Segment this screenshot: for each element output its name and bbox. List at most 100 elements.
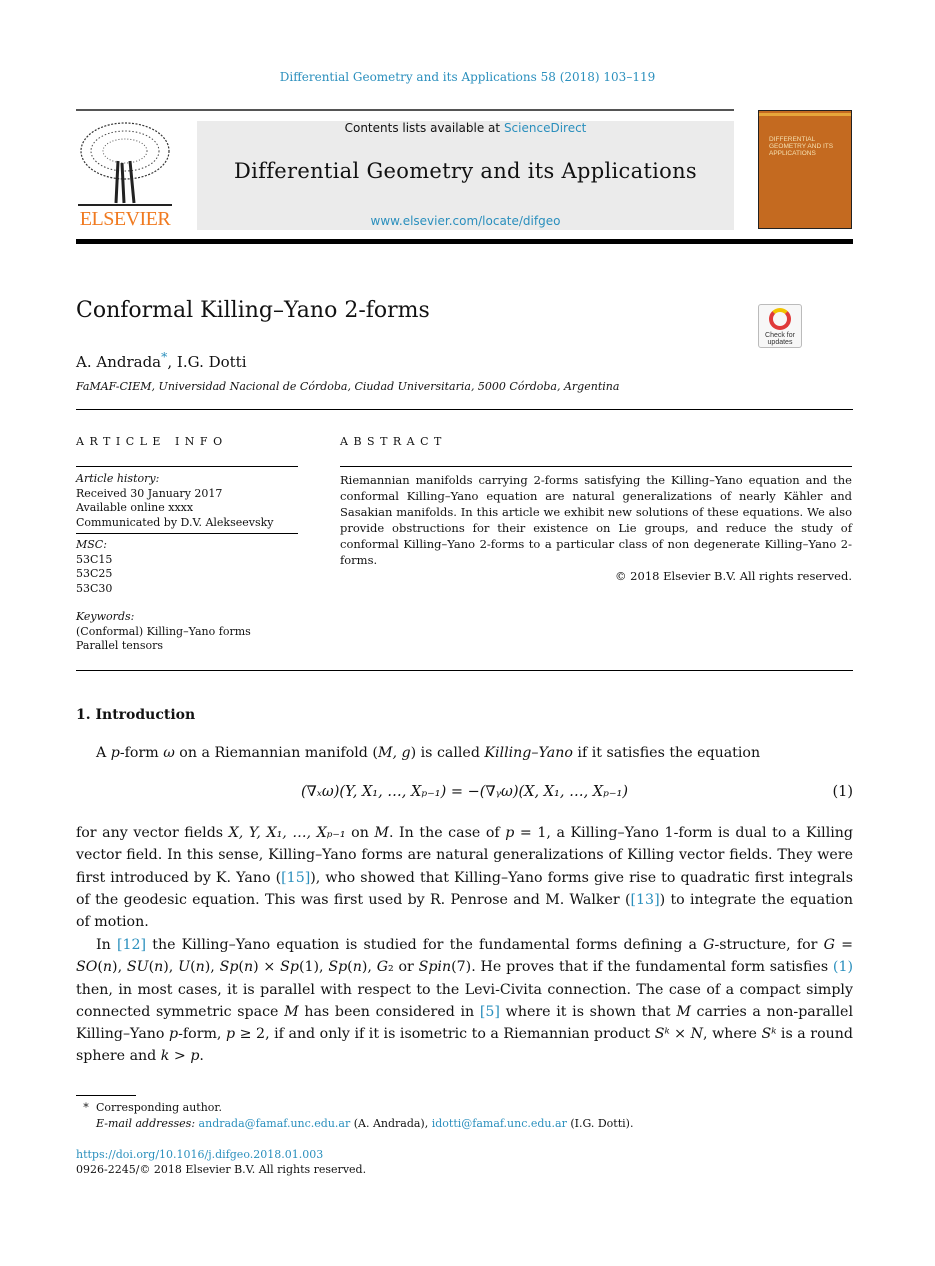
math-symbol: N [690, 1026, 704, 1043]
divider [340, 466, 852, 467]
footnote-mark: * [83, 1101, 89, 1114]
text-run: (1), [298, 959, 329, 976]
sciencedirect-link[interactable]: ScienceDirect [504, 121, 586, 135]
math-symbol: n [102, 959, 113, 976]
text-run: , where [703, 1026, 762, 1043]
issn-copyright: 0926-2245/© 2018 Elsevier B.V. All right… [76, 1163, 367, 1176]
citation-link[interactable]: (1) [833, 959, 853, 975]
doi-block: https://doi.org/10.1016/j.difgeo.2018.01… [76, 1147, 366, 1177]
equation-number: (1) [832, 784, 853, 800]
email-dotti-link[interactable]: idotti@famaf.unc.edu.ar [432, 1117, 567, 1130]
math-symbol: ω [163, 745, 175, 761]
history-label: Article history: [76, 472, 160, 485]
contents-prefix: Contents lists available at [344, 121, 504, 135]
elsevier-logo[interactable]: ELSEVIER [76, 121, 174, 231]
text-run: the Killing–Yano equation is studied for… [146, 937, 704, 953]
text-run: if it satisfies the equation [572, 745, 761, 761]
text-run: -form [119, 745, 164, 761]
text-run: . [199, 1048, 204, 1065]
email-andrada-link[interactable]: andrada@famaf.unc.edu.ar [199, 1117, 351, 1130]
check-for-updates-button[interactable]: Check for updates [758, 304, 802, 348]
abstract: Riemannian manifolds carrying 2-forms sa… [340, 472, 852, 584]
math-symbol: Sp [280, 959, 299, 976]
msc-code: 53C25 [76, 567, 113, 580]
paragraph-2: for any vector fields X, Y, X₁, …, Xₚ₋₁ … [76, 822, 853, 933]
text-run: on a Riemannian manifold ( [174, 745, 378, 761]
math-symbol: Sp [328, 959, 348, 976]
math-symbol: M [374, 825, 389, 841]
citation-link[interactable]: [12] [117, 937, 146, 953]
math-symbol: X, Y, X₁, …, Xₚ₋₁ [228, 825, 346, 841]
email-owner: (A. Andrada), [350, 1117, 432, 1130]
citation-link[interactable]: [13] [630, 892, 659, 908]
communicated-by: Communicated by D.V. Alekseevsky [76, 515, 274, 529]
journal-url-link[interactable]: www.elsevier.com/locate/difgeo [197, 214, 734, 228]
email-label: E-mail addresses: [96, 1117, 196, 1130]
text-run: -structure, for [714, 937, 824, 953]
math-symbol: Sᵏ [761, 1026, 777, 1043]
author-andrada: A. Andrada [76, 353, 162, 371]
section-heading: 1. Introduction [76, 707, 196, 723]
math-symbol: n [352, 959, 362, 976]
journal-title: Differential Geometry and its Applicatio… [233, 159, 698, 183]
math-symbol: n [195, 959, 205, 976]
divider [76, 466, 298, 467]
abstract-text: Riemannian manifolds carrying 2-forms sa… [340, 473, 852, 567]
math-symbol: Killing–Yano [484, 745, 573, 761]
math-symbol: p [225, 1026, 236, 1043]
cover-band [759, 113, 851, 116]
footnotes: * Corresponding author. E-mail addresses:… [76, 1100, 633, 1132]
citation-link[interactable]: [5] [480, 1004, 500, 1020]
paper-page: Differential Geometry and its Applicatio… [0, 0, 935, 1266]
footnote-rule [76, 1095, 136, 1096]
text-run: for any vector fields [76, 825, 229, 841]
msc-code: 53C15 [76, 552, 113, 566]
math-symbol: n [154, 959, 164, 976]
paragraph-1: A p-form ω on a Riemannian manifold (M, … [76, 742, 853, 764]
check-updates-label: Check for updates [765, 332, 795, 346]
doi-link[interactable]: https://doi.org/10.1016/j.difgeo.2018.01… [76, 1147, 366, 1162]
authors: A. Andrada*, I.G. Dotti [76, 349, 247, 371]
math-symbol: p [169, 1026, 179, 1043]
text-run: ≥ 2, if and only if it is isometric to a… [235, 1026, 655, 1043]
text-run: × [669, 1026, 691, 1043]
math-symbol: M [676, 1003, 691, 1020]
text-run: In [96, 937, 117, 953]
text-run: = [834, 937, 853, 953]
author-dotti: I.G. Dotti [176, 353, 247, 371]
math-symbol: G [823, 937, 835, 953]
affiliation: FaMAF-CIEM, Universidad Nacional de Córd… [76, 380, 620, 393]
check-updates-icon [769, 308, 791, 330]
math-symbol: M, g [377, 745, 411, 761]
math-symbol: p [110, 745, 120, 761]
text-run: has been considered in [298, 1003, 480, 1020]
msc-code: 53C30 [76, 581, 113, 595]
math-symbol: G [376, 959, 389, 976]
header-rule [76, 109, 734, 111]
keyword: Parallel tensors [76, 639, 164, 652]
corresponding-note: Corresponding author. [96, 1101, 222, 1114]
keyword: (Conformal) Killing–Yano forms [76, 624, 251, 638]
elsevier-wordmark: ELSEVIER [79, 208, 171, 230]
math-symbol: Sᵏ [654, 1026, 670, 1043]
text-run: ₂ or [388, 959, 419, 976]
math-symbol: M [284, 1003, 299, 1020]
journal-banner: Contents lists available at ScienceDirec… [197, 121, 734, 230]
math-symbol: SU [126, 959, 149, 976]
math-symbol: Sp [219, 959, 239, 976]
text-run: on [345, 825, 375, 841]
abstract-heading: ABSTRACT [340, 435, 447, 448]
article-info-heading: ARTICLE INFO [76, 435, 228, 448]
msc-label: MSC: [76, 538, 107, 551]
text-run: (7). He proves that if the fundamental f… [451, 959, 833, 976]
divider [76, 533, 298, 534]
paragraph-3: In [12] the Killing–Yano equation is stu… [76, 934, 853, 1068]
journal-cover-thumbnail[interactable]: DIFFERENTIAL GEOMETRY AND ITS APPLICATIO… [758, 110, 852, 229]
math-symbol: G [703, 937, 715, 953]
abstract-copyright: © 2018 Elsevier B.V. All rights reserved… [615, 569, 852, 583]
email-owner: (I.G. Dotti). [566, 1117, 634, 1130]
math-symbol: U [178, 959, 191, 976]
text-run: ), [204, 959, 220, 976]
journal-reference-link[interactable]: Differential Geometry and its Applicatio… [0, 70, 935, 84]
citation-link[interactable]: [15] [281, 870, 310, 886]
